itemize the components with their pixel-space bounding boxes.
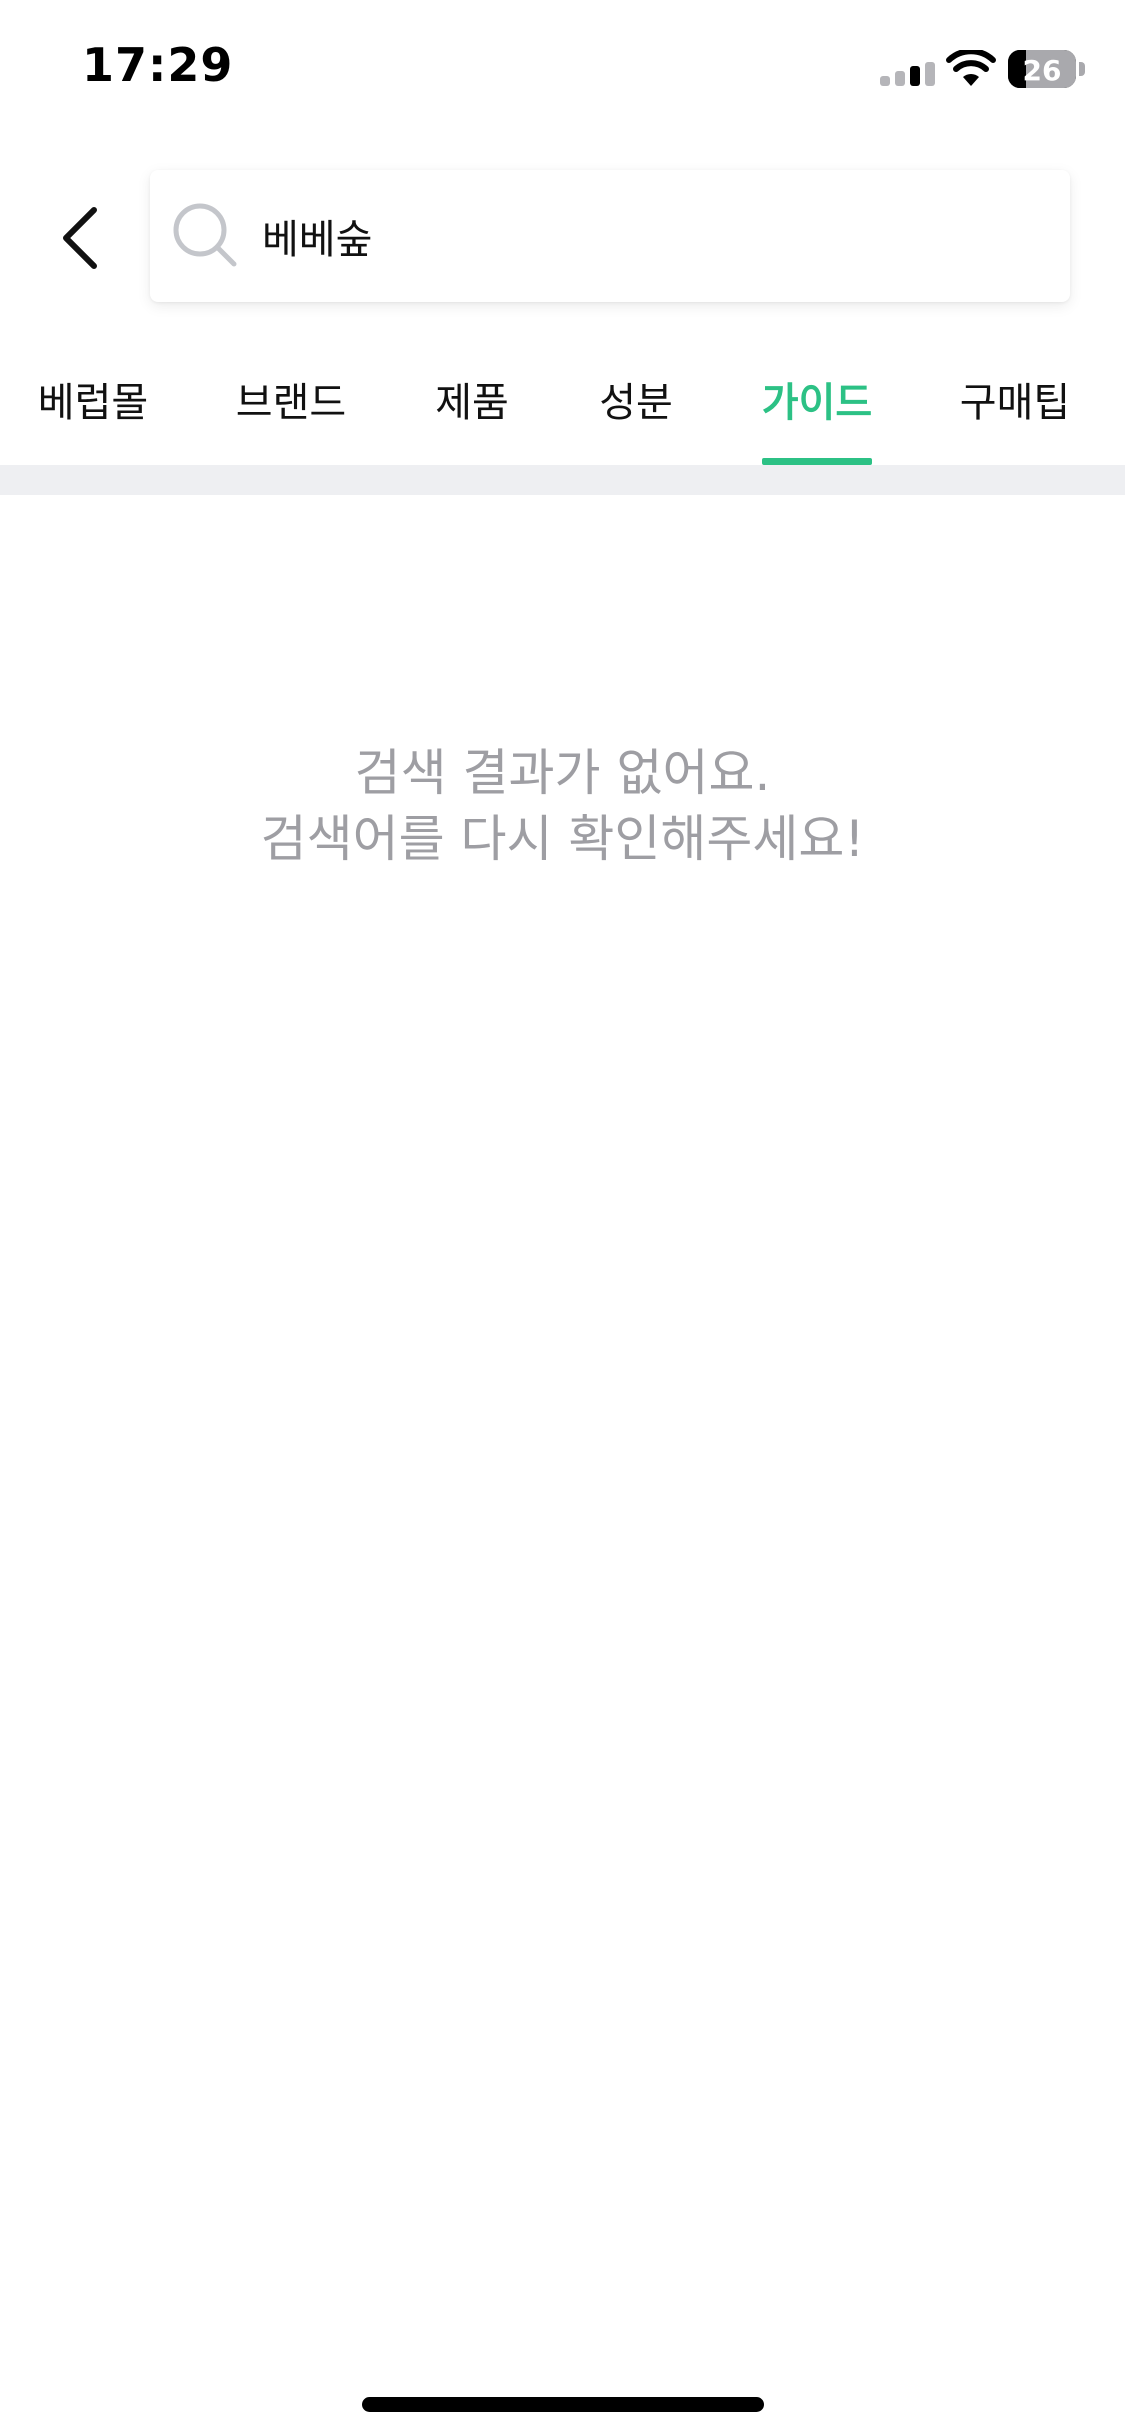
battery-percent: 26: [1022, 54, 1062, 87]
status-time: 17:29: [82, 38, 234, 92]
chevron-left-icon: [63, 207, 97, 269]
tab-brand[interactable]: 브랜드: [186, 360, 396, 466]
active-tab-indicator: [762, 458, 872, 465]
tab-label: 가이드: [761, 380, 873, 426]
tab-label: 베럽몰: [37, 380, 149, 426]
battery-tip: [1079, 62, 1085, 76]
tab-product[interactable]: 제품: [396, 360, 548, 466]
tab-label: 구매팁: [959, 380, 1071, 426]
back-button[interactable]: [50, 198, 110, 278]
tab-buying-tips[interactable]: 구매팁: [910, 360, 1120, 466]
search-results-screen: 17:29 26 베베숲 베럽몰 브랜드 제품 성분 가이드 구매팁 검색 결과…: [0, 0, 1125, 2436]
search-box[interactable]: [150, 170, 1070, 302]
tab-ingredient[interactable]: 성분: [548, 360, 724, 466]
cellular-signal-icon: [880, 62, 935, 86]
home-indicator[interactable]: [362, 2397, 764, 2412]
search-input[interactable]: [262, 196, 1042, 276]
tab-label: 제품: [435, 380, 509, 426]
tab-label: 성분: [599, 380, 673, 426]
tab-guide[interactable]: 가이드: [724, 360, 910, 466]
tab-berup-mall[interactable]: 베럽몰: [0, 360, 186, 466]
section-divider: [0, 465, 1125, 495]
empty-state-line-2: 검색어를 다시 확인해주세요!: [260, 810, 865, 868]
tab-label: 브랜드: [235, 380, 347, 426]
battery-icon: 26: [1008, 50, 1076, 88]
empty-state-message: 검색 결과가 없어요. 검색어를 다시 확인해주세요!: [0, 740, 1125, 872]
search-icon: [173, 203, 237, 267]
status-bar: 17:29 26: [0, 0, 1125, 138]
category-tabs: 베럽몰 브랜드 제품 성분 가이드 구매팁: [0, 360, 1125, 466]
empty-state-line-1: 검색 결과가 없어요.: [354, 744, 771, 802]
wifi-icon: [946, 50, 996, 86]
